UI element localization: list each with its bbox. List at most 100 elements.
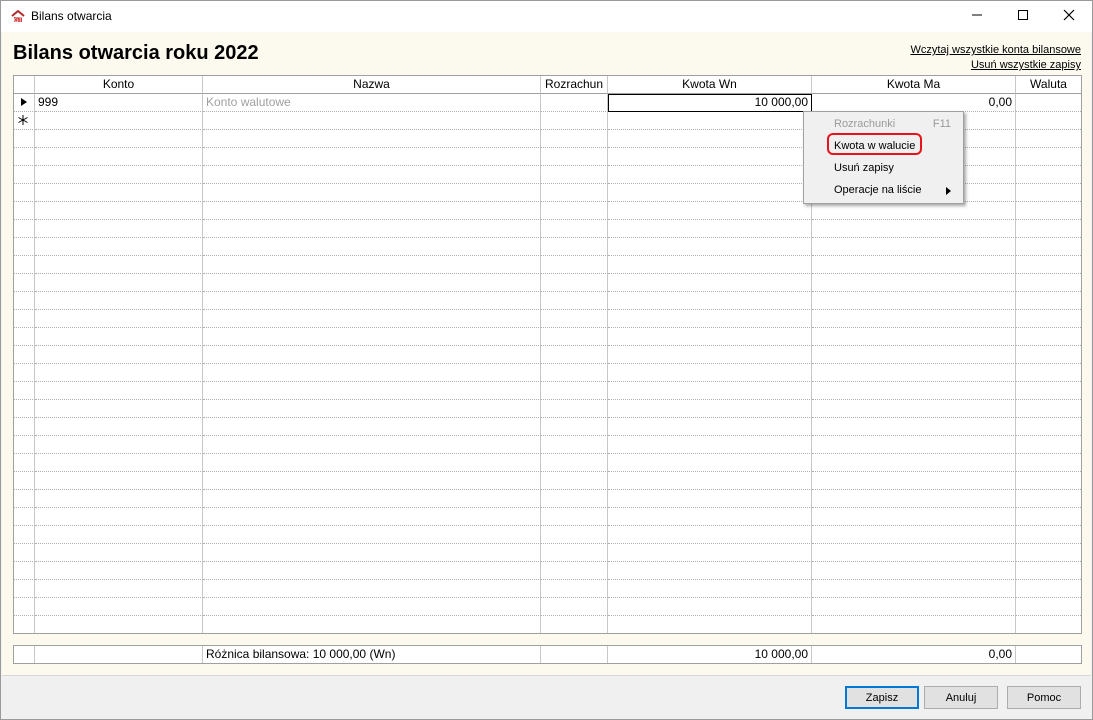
empty-cell[interactable] [203, 598, 541, 616]
empty-cell[interactable] [812, 202, 1016, 220]
empty-cell[interactable] [608, 310, 812, 328]
empty-row[interactable] [14, 202, 1081, 220]
empty-cell[interactable] [203, 112, 541, 130]
empty-cell[interactable] [1016, 400, 1081, 418]
empty-cell[interactable] [35, 310, 203, 328]
empty-cell[interactable] [812, 256, 1016, 274]
empty-row[interactable] [14, 328, 1081, 346]
empty-row[interactable] [14, 238, 1081, 256]
empty-cell[interactable] [608, 472, 812, 490]
empty-cell[interactable] [1016, 166, 1081, 184]
empty-cell[interactable] [203, 166, 541, 184]
empty-cell[interactable] [1016, 544, 1081, 562]
save-button[interactable]: Zapisz [845, 686, 919, 709]
empty-cell[interactable] [1016, 328, 1081, 346]
empty-cell[interactable] [1016, 148, 1081, 166]
empty-cell[interactable] [608, 400, 812, 418]
empty-cell[interactable] [812, 364, 1016, 382]
empty-cell[interactable] [35, 238, 203, 256]
empty-cell[interactable] [203, 292, 541, 310]
empty-row[interactable] [14, 256, 1081, 274]
empty-cell[interactable] [541, 616, 608, 633]
load-all-accounts-link[interactable]: Wczytaj wszystkie konta bilansowe [910, 44, 1081, 56]
empty-cell[interactable] [1016, 364, 1081, 382]
empty-cell[interactable] [608, 274, 812, 292]
empty-cell[interactable] [1016, 202, 1081, 220]
empty-cell[interactable] [541, 598, 608, 616]
empty-row[interactable] [14, 508, 1081, 526]
empty-cell[interactable] [541, 202, 608, 220]
empty-cell[interactable] [812, 274, 1016, 292]
empty-row[interactable] [14, 400, 1081, 418]
empty-cell[interactable] [1016, 598, 1081, 616]
menu-item-usun-zapisy[interactable]: Usuń zapisy [806, 157, 961, 179]
empty-cell[interactable] [35, 382, 203, 400]
menu-item-operacje-na-liscie[interactable]: Operacje na liście [806, 179, 961, 201]
empty-cell[interactable] [203, 238, 541, 256]
empty-cell[interactable] [203, 544, 541, 562]
empty-cell[interactable] [608, 364, 812, 382]
empty-cell[interactable] [608, 328, 812, 346]
empty-cell[interactable] [1016, 220, 1081, 238]
empty-row[interactable] [14, 310, 1081, 328]
empty-cell[interactable] [608, 256, 812, 274]
empty-cell[interactable] [203, 400, 541, 418]
empty-cell[interactable] [541, 166, 608, 184]
empty-row[interactable] [14, 274, 1081, 292]
column-header-konto[interactable]: Konto [35, 76, 203, 94]
empty-cell[interactable] [1016, 562, 1081, 580]
empty-cell[interactable] [1016, 346, 1081, 364]
column-header-kwota-wn[interactable]: Kwota Wn [608, 76, 812, 94]
empty-cell[interactable] [812, 346, 1016, 364]
empty-cell[interactable] [608, 454, 812, 472]
empty-cell[interactable] [812, 310, 1016, 328]
empty-cell[interactable] [35, 202, 203, 220]
empty-cell[interactable] [35, 436, 203, 454]
empty-cell[interactable] [203, 616, 541, 633]
empty-cell[interactable] [608, 616, 812, 633]
empty-cell[interactable] [203, 472, 541, 490]
empty-cell[interactable] [812, 490, 1016, 508]
empty-cell[interactable] [1016, 436, 1081, 454]
empty-cell[interactable] [1016, 418, 1081, 436]
empty-row[interactable] [14, 562, 1081, 580]
empty-cell[interactable] [812, 526, 1016, 544]
empty-cell[interactable] [203, 490, 541, 508]
empty-cell[interactable] [608, 544, 812, 562]
empty-cell[interactable] [812, 472, 1016, 490]
menu-item-rozrachunki[interactable]: Rozrachunki F11 [806, 113, 961, 135]
empty-cell[interactable] [541, 238, 608, 256]
empty-cell[interactable] [812, 328, 1016, 346]
empty-cell[interactable] [608, 490, 812, 508]
empty-cell[interactable] [812, 508, 1016, 526]
konto-cell[interactable]: 999 [35, 94, 203, 112]
empty-cell[interactable] [541, 508, 608, 526]
empty-cell[interactable] [1016, 508, 1081, 526]
empty-cell[interactable] [35, 166, 203, 184]
empty-cell[interactable] [35, 526, 203, 544]
empty-cell[interactable] [203, 508, 541, 526]
empty-cell[interactable] [203, 364, 541, 382]
waluta-cell[interactable] [1016, 94, 1081, 112]
empty-cell[interactable] [35, 148, 203, 166]
empty-cell[interactable] [541, 364, 608, 382]
empty-cell[interactable] [608, 526, 812, 544]
column-header-rozrachun[interactable]: Rozrachun [541, 76, 608, 94]
empty-cell[interactable] [203, 436, 541, 454]
empty-cell[interactable] [608, 202, 812, 220]
empty-row[interactable] [14, 580, 1081, 598]
nazwa-cell[interactable]: Konto walutowe [203, 94, 541, 112]
empty-cell[interactable] [1016, 238, 1081, 256]
empty-cell[interactable] [35, 490, 203, 508]
empty-cell[interactable] [608, 562, 812, 580]
empty-cell[interactable] [203, 562, 541, 580]
empty-cell[interactable] [812, 580, 1016, 598]
empty-cell[interactable] [608, 148, 812, 166]
empty-cell[interactable] [812, 292, 1016, 310]
empty-cell[interactable] [35, 184, 203, 202]
delete-all-entries-link[interactable]: Usuń wszystkie zapisy [971, 59, 1081, 71]
empty-cell[interactable] [608, 382, 812, 400]
empty-row[interactable] [14, 616, 1081, 633]
empty-cell[interactable] [35, 544, 203, 562]
empty-cell[interactable] [541, 472, 608, 490]
